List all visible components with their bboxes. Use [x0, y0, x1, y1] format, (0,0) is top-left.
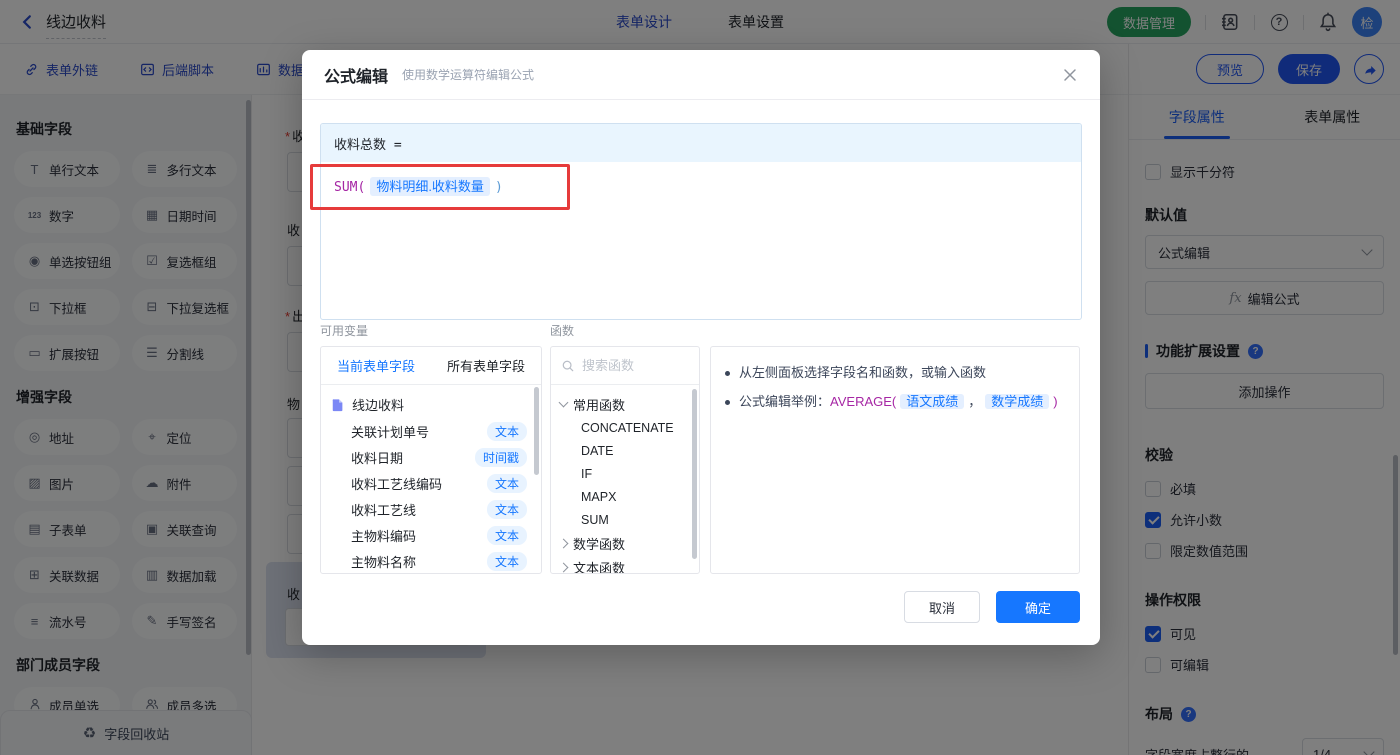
formula-editor: 收料总数 = SUM( 物料明细.收料数量) [320, 123, 1082, 320]
functions-scrollbar[interactable] [692, 389, 697, 559]
formula-function: SUM( [334, 180, 366, 195]
type-badge: 时间戳 [474, 447, 527, 467]
function-search-input[interactable] [582, 358, 682, 373]
function-item-if[interactable]: IF [551, 462, 699, 485]
example-token: 语文成绩 [900, 394, 965, 409]
type-badge: 文本 [486, 525, 527, 545]
example-function: AVERAGE( [830, 394, 897, 409]
type-badge: 文本 [486, 551, 527, 571]
chevron-down-icon [558, 397, 569, 408]
function-item-mapx[interactable]: MAPX [551, 485, 699, 508]
variables-label: 可用变量 [320, 324, 369, 338]
variable-field-row[interactable]: 收料日期 时间戳 [321, 444, 541, 470]
search-icon [562, 360, 574, 371]
type-badge: 文本 [486, 499, 527, 519]
chevron-right-icon [558, 562, 569, 572]
variable-field-row[interactable]: 主物料编码 文本 [321, 522, 541, 548]
function-group-text[interactable]: 文本函数 [551, 555, 699, 573]
functions-panel: 常用函数 CONCATENATE DATE IF MAPX SUM 数学函数 文… [550, 346, 700, 574]
hint-panel: 从左侧面板选择字段名和函数，或输入函数 公式编辑举例：AVERAGE(语文成绩，… [710, 346, 1080, 574]
functions-label: 函数 [550, 324, 575, 338]
bullet-icon [725, 371, 730, 376]
function-group-math[interactable]: 数学函数 [551, 531, 699, 555]
formula-close-paren: ) [494, 180, 503, 195]
dialog-title: 公式编辑 [324, 68, 389, 86]
variables-panel: 当前表单字段 所有表单字段 线边收料 关联计划单号 文本 收料日期 时间戳 收料工艺… [320, 346, 542, 574]
variables-root-node[interactable]: 线边收料 [321, 391, 541, 418]
hint-line-1: 从左侧面板选择字段名和函数，或输入函数 [739, 365, 987, 380]
example-token: 数学成绩 [985, 394, 1050, 409]
variable-field-row[interactable]: 主物料名称 文本 [321, 548, 541, 573]
tab-current-form-fields[interactable]: 当前表单字段 [337, 356, 415, 375]
function-item-date[interactable]: DATE [551, 439, 699, 462]
function-group-common[interactable]: 常用函数 [551, 392, 699, 416]
dialog-subtitle: 使用数学运算符编辑公式 [402, 68, 535, 82]
variables-scrollbar[interactable] [534, 387, 539, 475]
tab-all-form-fields[interactable]: 所有表单字段 [447, 356, 525, 375]
formula-field-token[interactable]: 物料明细.收料数量 [370, 177, 490, 196]
function-item-sum[interactable]: SUM [551, 508, 699, 531]
close-icon[interactable] [1062, 67, 1078, 83]
cancel-button[interactable]: 取消 [904, 591, 980, 623]
function-item-concatenate[interactable]: CONCATENATE [551, 416, 699, 439]
document-icon [332, 398, 343, 411]
bullet-icon [725, 400, 730, 405]
formula-target: 收料总数 = [321, 124, 1081, 162]
formula-edit-dialog: 公式编辑 使用数学运算符编辑公式 收料总数 = SUM( 物料明细.收料数量) 可… [302, 50, 1100, 645]
confirm-button[interactable]: 确定 [996, 591, 1080, 623]
type-badge: 文本 [486, 473, 527, 493]
app-window: 线边收料 表单设计 表单设置 数据管理 检 表单外链 [0, 0, 1400, 755]
variable-field-row[interactable]: 关联计划单号 文本 [321, 418, 541, 444]
type-badge: 文本 [486, 421, 527, 441]
formula-input-area[interactable]: SUM( 物料明细.收料数量) [321, 162, 1081, 209]
chevron-right-icon [558, 538, 569, 548]
hint-line-2: 公式编辑举例：AVERAGE(语文成绩，数学成绩) [739, 394, 1058, 409]
variable-field-row[interactable]: 收料工艺线编码 文本 [321, 470, 541, 496]
variable-field-row[interactable]: 收料工艺线 文本 [321, 496, 541, 522]
